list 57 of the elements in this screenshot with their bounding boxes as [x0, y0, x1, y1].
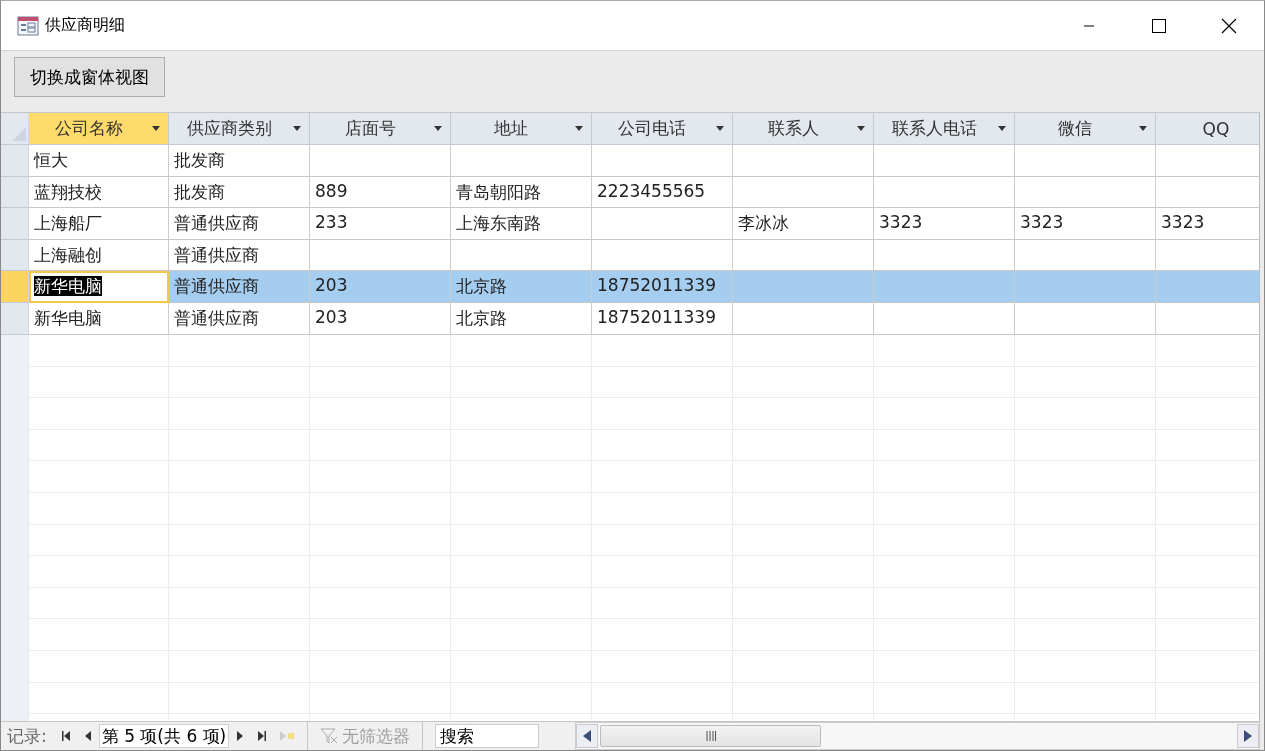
- search-field[interactable]: 搜索: [435, 724, 540, 748]
- table-cell: 北京路: [451, 302, 592, 335]
- dropdown-arrow-icon[interactable]: [575, 126, 583, 131]
- table-cell: 普通供应商: [169, 302, 310, 335]
- table-cell: 3323: [1156, 208, 1259, 240]
- dropdown-arrow-icon[interactable]: [434, 126, 442, 131]
- table-cell: 批发商: [169, 145, 310, 177]
- table-cell: 蓝翔技校: [29, 176, 169, 209]
- table-cell: 普通供应商: [169, 271, 310, 303]
- table-cell: 2223455565: [592, 176, 733, 209]
- column-header[interactable]: QQ: [1156, 113, 1259, 145]
- table-cell: 批发商: [169, 176, 310, 209]
- dropdown-arrow-icon[interactable]: [998, 126, 1006, 131]
- first-record-icon[interactable]: [60, 730, 71, 742]
- horizontal-scrollbar[interactable]: [575, 722, 1260, 750]
- table-cell: 北京路: [451, 271, 592, 303]
- table-cell: 上海东南路: [451, 208, 592, 240]
- table-cell: 青岛朝阳路: [451, 176, 592, 209]
- filter-icon: [320, 728, 339, 744]
- column-header[interactable]: 公司电话: [592, 113, 733, 145]
- table-cell: 普通供应商: [169, 208, 310, 240]
- table-cell: 3323: [1015, 208, 1156, 240]
- table-cell: 3323: [874, 208, 1015, 240]
- table-cell: 233: [310, 208, 451, 240]
- column-header[interactable]: 联系人电话: [874, 113, 1015, 145]
- switch-view-button[interactable]: 切换成窗体视图: [14, 57, 165, 97]
- column-header[interactable]: 微信: [1015, 113, 1156, 145]
- scroll-left-icon[interactable]: [583, 730, 592, 742]
- grip-icon: [705, 731, 716, 741]
- table-cell: 203: [310, 302, 451, 335]
- table-cell: 18752011339: [592, 271, 733, 303]
- dropdown-arrow-icon[interactable]: [1139, 126, 1147, 131]
- last-record-icon[interactable]: [257, 730, 268, 742]
- record-position-field[interactable]: 第 5 项(共 6 项): [98, 724, 230, 748]
- close-icon[interactable]: [1221, 17, 1237, 34]
- form-icon: [17, 15, 39, 36]
- scroll-right-icon[interactable]: [1244, 730, 1252, 742]
- current-cell: 新华电脑: [29, 271, 169, 303]
- dropdown-arrow-icon[interactable]: [716, 126, 724, 131]
- column-header[interactable]: 公司名称: [29, 113, 169, 145]
- table-cell: 恒大: [29, 145, 169, 177]
- column-header[interactable]: 店面号: [310, 113, 451, 145]
- column-header[interactable]: 地址: [451, 113, 592, 145]
- table-cell: 18752011339: [592, 302, 733, 335]
- maximize-icon[interactable]: [1152, 18, 1166, 33]
- record-label: 记录:: [7, 724, 47, 748]
- table-cell: 889: [310, 176, 451, 209]
- dropdown-arrow-icon[interactable]: [857, 126, 865, 131]
- table-cell: 203: [310, 271, 451, 303]
- table-cell: 李冰冰: [733, 208, 874, 240]
- dropdown-arrow-icon[interactable]: [293, 126, 301, 131]
- table-cell: 新华电脑: [29, 302, 169, 335]
- dropdown-arrow-icon[interactable]: [152, 126, 160, 131]
- table-cell: 上海船厂: [29, 208, 169, 240]
- column-header[interactable]: 供应商类别: [169, 113, 310, 145]
- window-title: 供应商明细: [45, 15, 126, 36]
- column-header[interactable]: 联系人: [733, 113, 874, 145]
